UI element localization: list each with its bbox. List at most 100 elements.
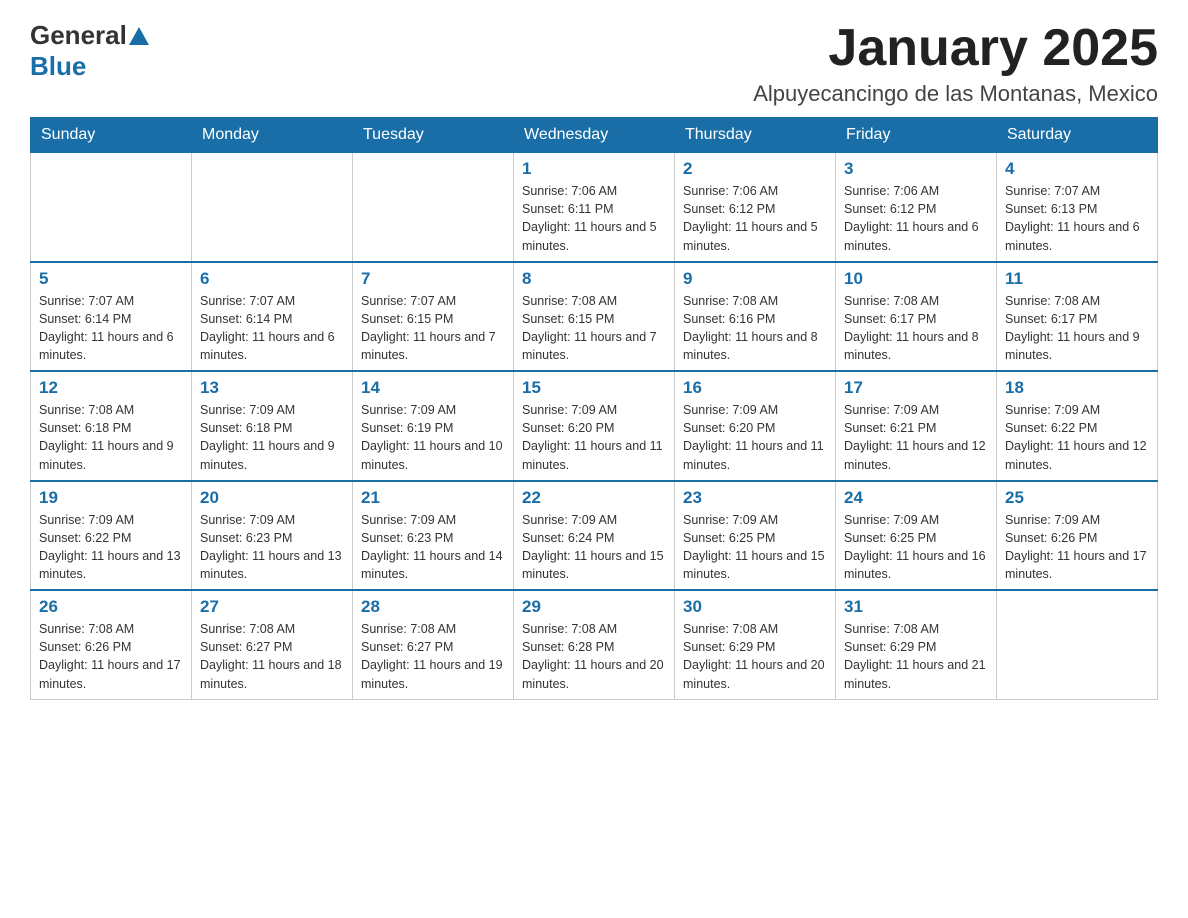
day-number: 14 bbox=[361, 378, 505, 398]
calendar-cell: 2 Sunrise: 7:06 AM Sunset: 6:12 PM Daylig… bbox=[675, 153, 836, 262]
day-number: 29 bbox=[522, 597, 666, 617]
day-number: 8 bbox=[522, 269, 666, 289]
calendar-cell: 25 Sunrise: 7:09 AM Sunset: 6:26 PM Dayli… bbox=[997, 481, 1158, 591]
day-info: Sunrise: 7:06 AM Sunset: 6:12 PM Dayligh… bbox=[683, 182, 827, 255]
day-number: 5 bbox=[39, 269, 183, 289]
day-info: Sunrise: 7:09 AM Sunset: 6:24 PM Dayligh… bbox=[522, 511, 666, 584]
day-info: Sunrise: 7:08 AM Sunset: 6:16 PM Dayligh… bbox=[683, 292, 827, 365]
month-title: January 2025 bbox=[753, 20, 1158, 77]
day-info: Sunrise: 7:09 AM Sunset: 6:22 PM Dayligh… bbox=[39, 511, 183, 584]
calendar-header-row: SundayMondayTuesdayWednesdayThursdayFrid… bbox=[31, 118, 1158, 153]
day-number: 19 bbox=[39, 488, 183, 508]
day-number: 21 bbox=[361, 488, 505, 508]
day-number: 1 bbox=[522, 159, 666, 179]
day-info: Sunrise: 7:08 AM Sunset: 6:15 PM Dayligh… bbox=[522, 292, 666, 365]
calendar-cell: 20 Sunrise: 7:09 AM Sunset: 6:23 PM Dayli… bbox=[192, 481, 353, 591]
calendar-cell: 26 Sunrise: 7:08 AM Sunset: 6:26 PM Dayli… bbox=[31, 590, 192, 699]
calendar-cell: 14 Sunrise: 7:09 AM Sunset: 6:19 PM Dayli… bbox=[353, 371, 514, 481]
logo-triangle-icon bbox=[129, 27, 149, 45]
calendar-cell bbox=[192, 153, 353, 262]
day-info: Sunrise: 7:09 AM Sunset: 6:25 PM Dayligh… bbox=[844, 511, 988, 584]
day-info: Sunrise: 7:07 AM Sunset: 6:14 PM Dayligh… bbox=[39, 292, 183, 365]
day-info: Sunrise: 7:09 AM Sunset: 6:18 PM Dayligh… bbox=[200, 401, 344, 474]
day-info: Sunrise: 7:09 AM Sunset: 6:21 PM Dayligh… bbox=[844, 401, 988, 474]
calendar-week-row: 26 Sunrise: 7:08 AM Sunset: 6:26 PM Dayli… bbox=[31, 590, 1158, 699]
calendar-cell: 6Sunrise: 7:07 AM Sunset: 6:14 PM Daylig… bbox=[192, 262, 353, 372]
calendar-cell: 23Sunrise: 7:09 AM Sunset: 6:25 PM Dayli… bbox=[675, 481, 836, 591]
day-info: Sunrise: 7:07 AM Sunset: 6:13 PM Dayligh… bbox=[1005, 182, 1149, 255]
calendar-cell: 28 Sunrise: 7:08 AM Sunset: 6:27 PM Dayli… bbox=[353, 590, 514, 699]
day-info: Sunrise: 7:09 AM Sunset: 6:23 PM Dayligh… bbox=[200, 511, 344, 584]
day-number: 26 bbox=[39, 597, 183, 617]
calendar-cell: 29 Sunrise: 7:08 AM Sunset: 6:28 PM Dayli… bbox=[514, 590, 675, 699]
day-info: Sunrise: 7:08 AM Sunset: 6:29 PM Dayligh… bbox=[683, 620, 827, 693]
day-number: 6 bbox=[200, 269, 344, 289]
day-info: Sunrise: 7:09 AM Sunset: 6:25 PM Dayligh… bbox=[683, 511, 827, 584]
logo-blue-text: Blue bbox=[30, 51, 86, 81]
day-number: 12 bbox=[39, 378, 183, 398]
day-number: 2 bbox=[683, 159, 827, 179]
calendar-header-tuesday: Tuesday bbox=[353, 118, 514, 153]
calendar-cell: 27 Sunrise: 7:08 AM Sunset: 6:27 PM Dayli… bbox=[192, 590, 353, 699]
calendar-cell: 19 Sunrise: 7:09 AM Sunset: 6:22 PM Dayli… bbox=[31, 481, 192, 591]
day-number: 3 bbox=[844, 159, 988, 179]
logo: General Blue bbox=[30, 20, 151, 82]
day-info: Sunrise: 7:08 AM Sunset: 6:17 PM Dayligh… bbox=[1005, 292, 1149, 365]
calendar-cell: 8 Sunrise: 7:08 AM Sunset: 6:15 PM Daylig… bbox=[514, 262, 675, 372]
day-info: Sunrise: 7:09 AM Sunset: 6:20 PM Dayligh… bbox=[522, 401, 666, 474]
calendar-cell bbox=[997, 590, 1158, 699]
day-info: Sunrise: 7:08 AM Sunset: 6:27 PM Dayligh… bbox=[361, 620, 505, 693]
day-number: 18 bbox=[1005, 378, 1149, 398]
calendar-cell: 11 Sunrise: 7:08 AM Sunset: 6:17 PM Dayli… bbox=[997, 262, 1158, 372]
day-number: 28 bbox=[361, 597, 505, 617]
calendar-cell: 13 Sunrise: 7:09 AM Sunset: 6:18 PM Dayli… bbox=[192, 371, 353, 481]
calendar-cell: 15Sunrise: 7:09 AM Sunset: 6:20 PM Dayli… bbox=[514, 371, 675, 481]
calendar-cell: 10 Sunrise: 7:08 AM Sunset: 6:17 PM Dayli… bbox=[836, 262, 997, 372]
calendar-cell bbox=[353, 153, 514, 262]
day-info: Sunrise: 7:08 AM Sunset: 6:18 PM Dayligh… bbox=[39, 401, 183, 474]
day-number: 24 bbox=[844, 488, 988, 508]
calendar-cell: 18 Sunrise: 7:09 AM Sunset: 6:22 PM Dayli… bbox=[997, 371, 1158, 481]
page-header: General Blue January 2025 Alpuyecancingo… bbox=[30, 20, 1158, 107]
calendar-table: SundayMondayTuesdayWednesdayThursdayFrid… bbox=[30, 117, 1158, 700]
calendar-header-thursday: Thursday bbox=[675, 118, 836, 153]
day-info: Sunrise: 7:08 AM Sunset: 6:29 PM Dayligh… bbox=[844, 620, 988, 693]
logo-general-text: General bbox=[30, 20, 127, 51]
day-number: 31 bbox=[844, 597, 988, 617]
day-info: Sunrise: 7:09 AM Sunset: 6:22 PM Dayligh… bbox=[1005, 401, 1149, 474]
day-info: Sunrise: 7:08 AM Sunset: 6:17 PM Dayligh… bbox=[844, 292, 988, 365]
day-number: 10 bbox=[844, 269, 988, 289]
day-number: 13 bbox=[200, 378, 344, 398]
calendar-cell: 5 Sunrise: 7:07 AM Sunset: 6:14 PM Daylig… bbox=[31, 262, 192, 372]
calendar-cell: 30 Sunrise: 7:08 AM Sunset: 6:29 PM Dayli… bbox=[675, 590, 836, 699]
day-info: Sunrise: 7:08 AM Sunset: 6:27 PM Dayligh… bbox=[200, 620, 344, 693]
day-number: 20 bbox=[200, 488, 344, 508]
calendar-cell: 7Sunrise: 7:07 AM Sunset: 6:15 PM Daylig… bbox=[353, 262, 514, 372]
day-info: Sunrise: 7:09 AM Sunset: 6:26 PM Dayligh… bbox=[1005, 511, 1149, 584]
day-number: 11 bbox=[1005, 269, 1149, 289]
day-info: Sunrise: 7:09 AM Sunset: 6:19 PM Dayligh… bbox=[361, 401, 505, 474]
day-info: Sunrise: 7:06 AM Sunset: 6:12 PM Dayligh… bbox=[844, 182, 988, 255]
calendar-cell: 16Sunrise: 7:09 AM Sunset: 6:20 PM Dayli… bbox=[675, 371, 836, 481]
calendar-cell: 4Sunrise: 7:07 AM Sunset: 6:13 PM Daylig… bbox=[997, 153, 1158, 262]
day-info: Sunrise: 7:09 AM Sunset: 6:20 PM Dayligh… bbox=[683, 401, 827, 474]
calendar-cell: 1Sunrise: 7:06 AM Sunset: 6:11 PM Daylig… bbox=[514, 153, 675, 262]
day-info: Sunrise: 7:08 AM Sunset: 6:28 PM Dayligh… bbox=[522, 620, 666, 693]
calendar-cell bbox=[31, 153, 192, 262]
day-number: 9 bbox=[683, 269, 827, 289]
calendar-week-row: 19 Sunrise: 7:09 AM Sunset: 6:22 PM Dayli… bbox=[31, 481, 1158, 591]
calendar-cell: 12 Sunrise: 7:08 AM Sunset: 6:18 PM Dayli… bbox=[31, 371, 192, 481]
day-number: 27 bbox=[200, 597, 344, 617]
calendar-cell: 17Sunrise: 7:09 AM Sunset: 6:21 PM Dayli… bbox=[836, 371, 997, 481]
day-info: Sunrise: 7:08 AM Sunset: 6:26 PM Dayligh… bbox=[39, 620, 183, 693]
calendar-cell: 31 Sunrise: 7:08 AM Sunset: 6:29 PM Dayli… bbox=[836, 590, 997, 699]
day-info: Sunrise: 7:09 AM Sunset: 6:23 PM Dayligh… bbox=[361, 511, 505, 584]
location-title: Alpuyecancingo de las Montanas, Mexico bbox=[753, 81, 1158, 107]
calendar-header-wednesday: Wednesday bbox=[514, 118, 675, 153]
day-number: 25 bbox=[1005, 488, 1149, 508]
calendar-cell: 22Sunrise: 7:09 AM Sunset: 6:24 PM Dayli… bbox=[514, 481, 675, 591]
calendar-header-friday: Friday bbox=[836, 118, 997, 153]
calendar-cell: 24 Sunrise: 7:09 AM Sunset: 6:25 PM Dayli… bbox=[836, 481, 997, 591]
day-number: 30 bbox=[683, 597, 827, 617]
day-info: Sunrise: 7:07 AM Sunset: 6:15 PM Dayligh… bbox=[361, 292, 505, 365]
